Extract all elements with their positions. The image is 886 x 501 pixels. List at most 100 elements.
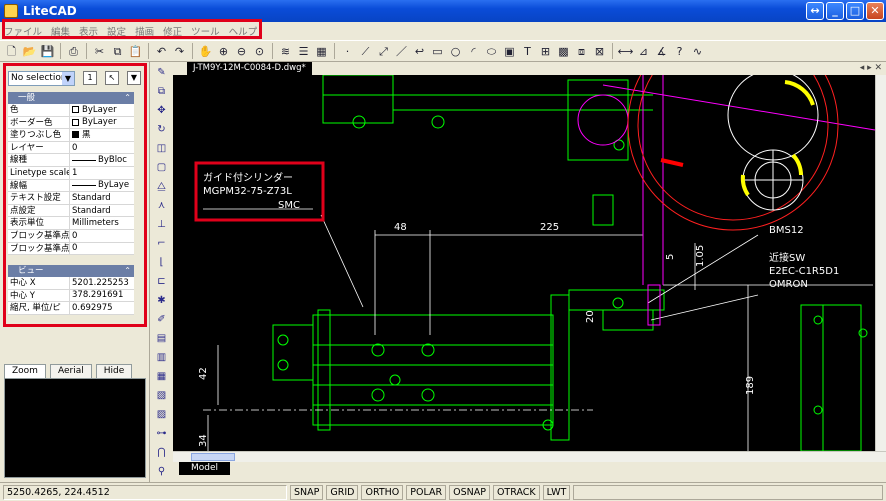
horizontal-scrollbar[interactable] <box>173 451 886 462</box>
measure-icon[interactable]: ⊶ <box>155 426 169 442</box>
property-row[interactable]: ブロック基準点 0 <box>8 229 134 243</box>
lwt-toggle[interactable]: LWT <box>542 484 571 500</box>
general-section-header[interactable]: 一般 ⌃ <box>8 92 134 104</box>
arc-icon[interactable]: ◜ <box>466 44 481 59</box>
vertical-scrollbar[interactable] <box>875 75 886 451</box>
image-icon[interactable]: ▣ <box>502 44 517 59</box>
zoom-window-icon[interactable]: ⊙ <box>252 44 267 59</box>
property-row[interactable]: 塗りつぶし色 黒 <box>8 129 134 142</box>
layers-icon[interactable]: ≋ <box>278 44 293 59</box>
property-row[interactable]: 縮尺, 単位/ピ 0.692975 <box>8 302 134 315</box>
new-file-icon[interactable]: 🗋 <box>4 44 19 59</box>
cut-icon[interactable]: ✂ <box>92 44 107 59</box>
tab-zoom[interactable]: Zoom <box>4 364 46 378</box>
toggle-pickadd-icon[interactable]: 1 <box>83 71 97 85</box>
osnap-toggle[interactable]: OSNAP <box>449 484 490 500</box>
property-row[interactable]: ボーダー色 ByLayer <box>8 116 134 130</box>
aligned-dimension-icon[interactable]: ⊿ <box>636 44 651 59</box>
save-icon[interactable]: 💾 <box>40 44 55 59</box>
property-row[interactable]: 点設定 Standard <box>8 204 134 218</box>
copy-icon[interactable]: ⧉ <box>110 44 125 59</box>
chamfer-icon[interactable]: ⊏ <box>155 274 169 290</box>
navigator-view[interactable] <box>4 378 146 478</box>
otrack-toggle[interactable]: OTRACK <box>492 484 540 500</box>
zoom-in-icon[interactable]: ⊕ <box>216 44 231 59</box>
selection-dropdown[interactable]: No selection ▼ <box>8 70 75 86</box>
insert-block-icon[interactable]: ⊞ <box>538 44 553 59</box>
tab-aerial[interactable]: Aerial <box>49 364 92 378</box>
view-section-header[interactable]: ビュー ⌃ <box>8 265 134 277</box>
property-row[interactable]: 線種 ByBloc <box>8 154 134 167</box>
ungroup-icon[interactable]: ▦ <box>155 369 169 385</box>
document-tab[interactable]: J-TM9Y-12M-C0084-D.dwg* <box>187 62 312 75</box>
print-icon[interactable]: ⎙ <box>66 44 81 59</box>
property-row[interactable]: テキスト設定 Standard <box>8 192 134 205</box>
point-icon[interactable]: · <box>340 44 355 59</box>
paste-icon[interactable]: 📋 <box>128 44 143 59</box>
zoom-out-icon[interactable]: ⊖ <box>234 44 249 59</box>
magnet-icon[interactable]: ⋂ <box>155 445 169 461</box>
linear-dimension-icon[interactable]: ⟷ <box>618 44 634 59</box>
bring-front-icon[interactable]: ▧ <box>155 388 169 404</box>
rectangle-icon[interactable]: ▭ <box>430 44 445 59</box>
explode-icon[interactable]: ✱ <box>155 293 169 309</box>
array-icon[interactable]: ▤ <box>155 331 169 347</box>
line-types-icon[interactable]: ☰ <box>296 44 311 59</box>
group-icon[interactable]: ▥ <box>155 350 169 366</box>
viewport-icon[interactable]: ⧈ <box>574 44 589 59</box>
text-icon[interactable]: T <box>520 44 535 59</box>
angular-dimension-icon[interactable]: ∡ <box>654 44 669 59</box>
pan-icon[interactable]: ✋ <box>198 44 213 59</box>
property-row[interactable]: 中心 Y 378.291691 <box>8 289 134 303</box>
help-icon[interactable]: ? <box>672 44 687 59</box>
mirror-icon[interactable]: ⧋ <box>155 179 169 195</box>
scroll-thumb[interactable] <box>191 453 235 461</box>
extend-icon[interactable]: ⌐ <box>155 236 169 252</box>
undo-icon[interactable]: ↶ <box>154 44 169 59</box>
circle-icon[interactable]: ○ <box>448 44 463 59</box>
drawing-canvas[interactable]: ガイド付シリンダー MGPM32-75-Z73L SMC 48 225 BMS1… <box>173 75 875 451</box>
polyline-icon[interactable]: ⤢ <box>376 44 391 59</box>
rotate-icon[interactable]: ↻ <box>155 122 169 138</box>
resize-arrows-icon[interactable]: ↔ <box>806 2 824 20</box>
property-row[interactable]: 色 ByLayer <box>8 104 134 117</box>
redo-icon[interactable]: ↷ <box>172 44 187 59</box>
ortho-toggle[interactable]: ORTHO <box>361 484 404 500</box>
polyline-arrow-icon[interactable]: ↩ <box>412 44 427 59</box>
block-icon[interactable]: ▦ <box>314 44 329 59</box>
collapse-icon[interactable]: ⌃ <box>124 265 131 277</box>
offset-icon[interactable]: ⋏ <box>155 198 169 214</box>
property-row[interactable]: Linetype scale 1 <box>8 166 134 180</box>
spline-icon[interactable]: ∿ <box>690 44 705 59</box>
minimize-button[interactable]: _ <box>826 2 844 20</box>
tab-hide[interactable]: Hide <box>95 364 133 378</box>
dimension-icon[interactable]: ⊠ <box>592 44 607 59</box>
polar-toggle[interactable]: POLAR <box>406 484 447 500</box>
line-icon[interactable]: ⟋ <box>358 44 373 59</box>
construction-line-icon[interactable]: ／ <box>394 44 409 59</box>
edit-icon[interactable]: ✐ <box>155 312 169 328</box>
property-row[interactable]: ブロック基準点 0 <box>8 242 134 256</box>
ellipse-icon[interactable]: ⬭ <box>484 44 499 59</box>
snap-toggle[interactable]: SNAP <box>290 484 324 500</box>
move-icon[interactable]: ✥ <box>155 103 169 119</box>
trim-icon[interactable]: ⊥ <box>155 217 169 233</box>
copy-object-icon[interactable]: ⧉ <box>155 84 169 100</box>
tab-nav-arrows-icon[interactable]: ◂ ▸ ✕ <box>860 62 882 75</box>
tab-model[interactable]: Model <box>179 462 231 475</box>
property-row[interactable]: 線幅 ByLaye <box>8 179 134 193</box>
collapse-icon[interactable]: ⌃ <box>124 92 131 104</box>
fillet-icon[interactable]: ⌊ <box>155 255 169 271</box>
send-back-icon[interactable]: ▨ <box>155 407 169 423</box>
quick-select-icon[interactable]: ▼ <box>127 71 141 85</box>
maximize-button[interactable]: □ <box>846 2 864 20</box>
property-row[interactable]: 表示単位 Millimeters <box>8 217 134 230</box>
close-button[interactable]: ✕ <box>866 2 884 20</box>
scale-icon[interactable]: ◫ <box>155 141 169 157</box>
hatch-icon[interactable]: ▩ <box>556 44 571 59</box>
erase-icon[interactable]: ✎ <box>155 65 169 81</box>
property-row[interactable]: 中心 X 5201.225253 <box>8 277 134 290</box>
open-folder-icon[interactable]: 📂 <box>22 44 37 59</box>
stretch-icon[interactable]: ▢ <box>155 160 169 176</box>
bike-icon[interactable]: ⚲ <box>155 464 169 480</box>
